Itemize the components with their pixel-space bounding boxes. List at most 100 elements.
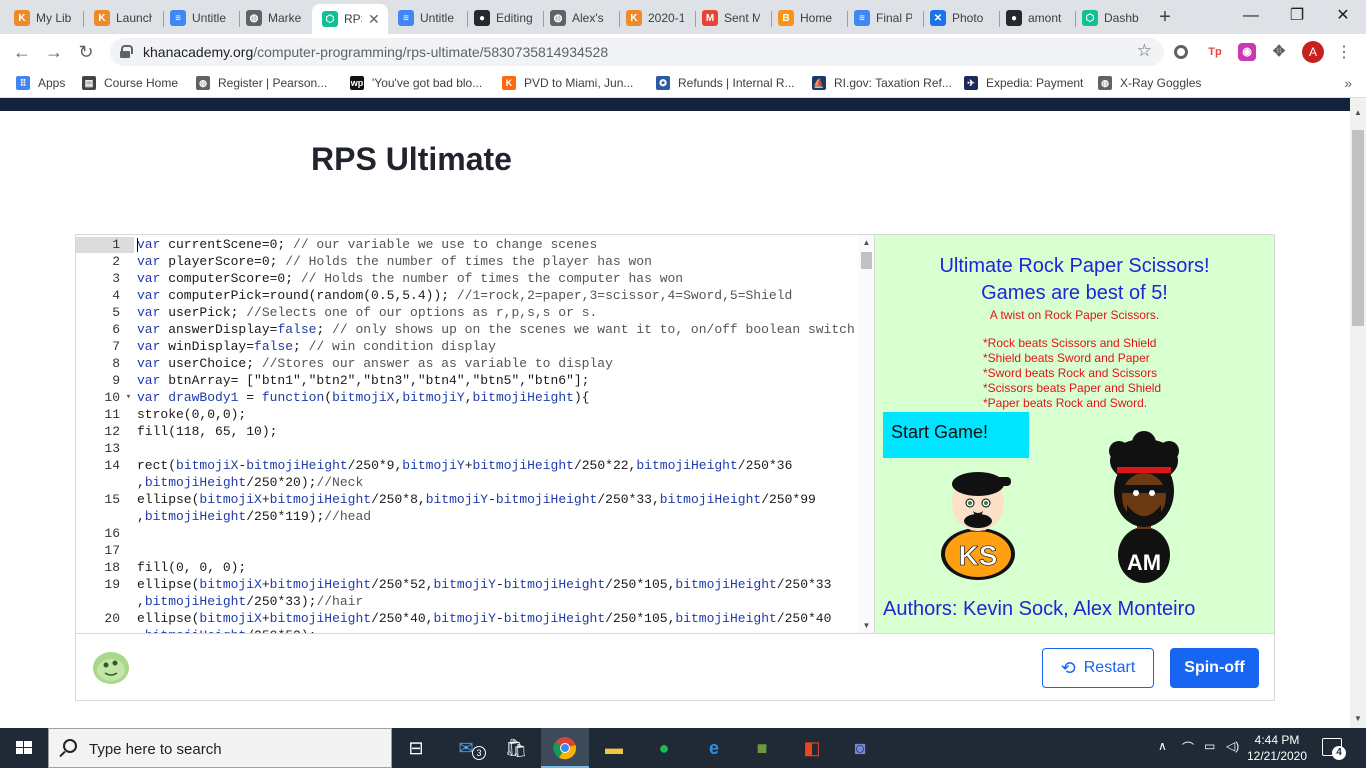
code-line[interactable]: 11 stroke(0,0,0); <box>76 406 856 423</box>
code-line[interactable]: 18 fill(0, 0, 0); <box>76 559 856 576</box>
browser-tab[interactable]: K 2020-1 <box>616 4 690 32</box>
code-text[interactable]: var drawBody1 = function(bitmojiX,bitmoj… <box>137 389 590 406</box>
scroll-down-arrow-icon[interactable]: ▼ <box>1350 714 1366 723</box>
code-text[interactable]: ellipse(bitmojiX+bitmojiHeight/250*52,bi… <box>137 576 831 610</box>
extensions-puzzle-icon[interactable]: ✥ <box>1270 43 1288 61</box>
code-text[interactable]: var btnArray= ["btn1","btn2","btn3","btn… <box>137 372 589 389</box>
scroll-up-arrow-icon[interactable]: ▲ <box>1350 108 1366 117</box>
code-line[interactable]: 12 fill(118, 65, 10); <box>76 423 856 440</box>
tray-expand-icon[interactable]: ∧ <box>1158 739 1167 753</box>
editor-scroll-down-icon[interactable]: ▼ <box>858 621 874 630</box>
code-line[interactable]: 9 var btnArray= ["btn1","btn2","btn3","bt… <box>76 372 856 389</box>
edge-icon[interactable]: e <box>700 734 728 762</box>
code-line[interactable]: 17 <box>76 542 856 559</box>
profile-avatar[interactable]: A <box>1302 41 1324 63</box>
code-editor[interactable]: 1 var currentScene=0; // our variable we … <box>75 234 874 634</box>
system-clock[interactable]: 4:44 PM 12/21/2020 <box>1246 732 1308 764</box>
close-window-button[interactable]: ✕ <box>1320 0 1366 34</box>
code-lines[interactable]: 1 var currentScene=0; // our variable we … <box>76 236 856 633</box>
code-text[interactable]: fill(118, 65, 10); <box>137 423 277 440</box>
code-line[interactable]: 5 var userPick; //Selects one of our opti… <box>76 304 856 321</box>
code-text[interactable]: var userPick; //Selects one of our optio… <box>137 304 597 321</box>
code-line[interactable]: 6 var answerDisplay=false; // only shows … <box>76 321 856 338</box>
code-line[interactable]: 16 <box>76 525 856 542</box>
browser-tab[interactable]: K My Lib <box>4 4 78 32</box>
bookmark-item[interactable]: ✈ Expedia: Payment <box>964 76 1083 90</box>
code-line[interactable]: 2 var playerScore=0; // Holds the number … <box>76 253 856 270</box>
file-explorer-icon[interactable]: ▬ <box>600 734 628 762</box>
extension-circle-icon[interactable] <box>1174 45 1188 59</box>
restart-button[interactable]: ⟲ Restart <box>1042 648 1154 688</box>
office-icon[interactable]: ◧ <box>798 734 826 762</box>
chrome-icon[interactable] <box>553 736 577 760</box>
spin-off-button[interactable]: Spin-off <box>1170 648 1259 688</box>
bookmark-item[interactable]: ◍ X-Ray Goggles <box>1098 76 1201 90</box>
bookmark-item[interactable]: K PVD to Miami, Jun... <box>502 76 633 90</box>
taskbar-search-box[interactable]: Type here to search <box>48 728 392 768</box>
extension-tp-icon[interactable]: Tp <box>1206 43 1224 61</box>
fold-arrow-icon[interactable]: ▾ <box>120 389 137 406</box>
code-text[interactable]: var playerScore=0; // Holds the number o… <box>137 253 652 270</box>
browser-tab[interactable]: ◍ Alex's <box>540 4 614 32</box>
code-text[interactable] <box>137 440 145 457</box>
code-line[interactable]: 7 var winDisplay=false; // win condition … <box>76 338 856 355</box>
editor-scrollbar-thumb[interactable] <box>861 252 872 269</box>
browser-tab[interactable]: M Sent M <box>692 4 766 32</box>
browser-tab[interactable]: ≡ Untitle <box>160 4 234 32</box>
code-text[interactable]: var currentScene=0; // our variable we u… <box>137 236 597 253</box>
bookmark-item[interactable]: ◍ Register | Pearson... <box>196 76 327 90</box>
code-line[interactable]: 8 var userChoice; //Stores our answer as … <box>76 355 856 372</box>
code-text[interactable]: var answerDisplay=false; // only shows u… <box>137 321 855 338</box>
back-arrow-icon[interactable]: ← <box>10 40 34 64</box>
browser-tab[interactable]: ⬡ Dashb <box>1072 4 1146 32</box>
author-avatar-icon[interactable] <box>92 649 130 685</box>
code-text[interactable]: rect(bitmojiX-bitmojiHeight/250*9,bitmoj… <box>137 457 792 491</box>
code-text[interactable]: var computerPick=round(random(0.5,5.4));… <box>137 287 792 304</box>
bookmark-star-icon[interactable]: ☆ <box>1137 41 1152 61</box>
windows-start-icon[interactable] <box>0 728 48 768</box>
editor-scrollbar[interactable]: ▲ ▼ <box>858 235 874 633</box>
chrome-menu-icon[interactable]: ⋮ <box>1336 42 1352 62</box>
editor-scroll-up-icon[interactable]: ▲ <box>858 238 874 247</box>
discord-icon[interactable]: ◙ <box>846 734 874 762</box>
code-line[interactable]: 19 ellipse(bitmojiX+bitmojiHeight/250*52,… <box>76 576 856 610</box>
browser-tab[interactable]: ≡ Final P <box>844 4 918 32</box>
forward-arrow-icon[interactable]: → <box>42 40 66 64</box>
more-bookmarks-icon[interactable]: » <box>1344 75 1352 91</box>
wifi-icon[interactable]: ⌒ <box>1182 739 1194 756</box>
code-text[interactable]: var computerScore=0; // Holds the number… <box>137 270 683 287</box>
lock-icon[interactable] <box>120 45 133 58</box>
code-line[interactable]: 4 var computerPick=round(random(0.5,5.4))… <box>76 287 856 304</box>
reload-icon[interactable]: ↻ <box>74 40 98 64</box>
volume-icon[interactable]: ◁) <box>1226 739 1239 753</box>
code-line[interactable]: 13 <box>76 440 856 457</box>
new-tab-button[interactable]: + <box>1153 6 1177 30</box>
browser-tab[interactable]: B Home <box>768 4 842 32</box>
store-icon[interactable]: 🛍 <box>502 734 530 762</box>
code-line[interactable]: 14 rect(bitmojiX-bitmojiHeight/250*9,bitm… <box>76 457 856 491</box>
close-tab-icon[interactable]: ✕ <box>368 11 380 28</box>
code-line[interactable]: 1 var currentScene=0; // our variable we … <box>76 236 856 253</box>
bookmark-item[interactable]: ▤ Course Home <box>82 76 178 90</box>
start-game-button[interactable]: Start Game! <box>883 412 1029 458</box>
browser-tab[interactable]: ● Editing <box>464 4 538 32</box>
battery-icon[interactable]: ▭ <box>1204 739 1215 753</box>
program-canvas[interactable]: Ultimate Rock Paper Scissors! Games are … <box>874 234 1275 634</box>
minecraft-icon[interactable]: ■ <box>748 734 776 762</box>
task-view-icon[interactable]: ⊟ <box>402 734 430 762</box>
bookmark-item[interactable]: ✪ Refunds | Internal R... <box>656 76 795 90</box>
code-line[interactable]: 3 var computerScore=0; // Holds the numbe… <box>76 270 856 287</box>
code-text[interactable]: ellipse(bitmojiX+bitmojiHeight/250*8,bit… <box>137 491 816 525</box>
code-line[interactable]: 10 ▾ var drawBody1 = function(bitmojiX,bit… <box>76 389 856 406</box>
bookmark-item[interactable]: ⛵ RI.gov: Taxation Ref... <box>812 76 952 90</box>
browser-tab[interactable]: ⬡ RPS ✕ <box>312 4 388 34</box>
page-scrollbar[interactable]: ▲ ▼ <box>1350 98 1366 728</box>
page-scrollbar-thumb[interactable] <box>1352 130 1364 326</box>
bookmark-item[interactable]: wp 'You've got bad blo... <box>350 76 482 90</box>
code-text[interactable]: var winDisplay=false; // win condition d… <box>137 338 496 355</box>
code-text[interactable] <box>137 525 145 542</box>
code-text[interactable] <box>137 542 145 559</box>
browser-tab[interactable]: ● amont <box>996 4 1070 32</box>
maximize-button[interactable]: ❐ <box>1274 0 1320 34</box>
code-text[interactable]: stroke(0,0,0); <box>137 406 246 423</box>
